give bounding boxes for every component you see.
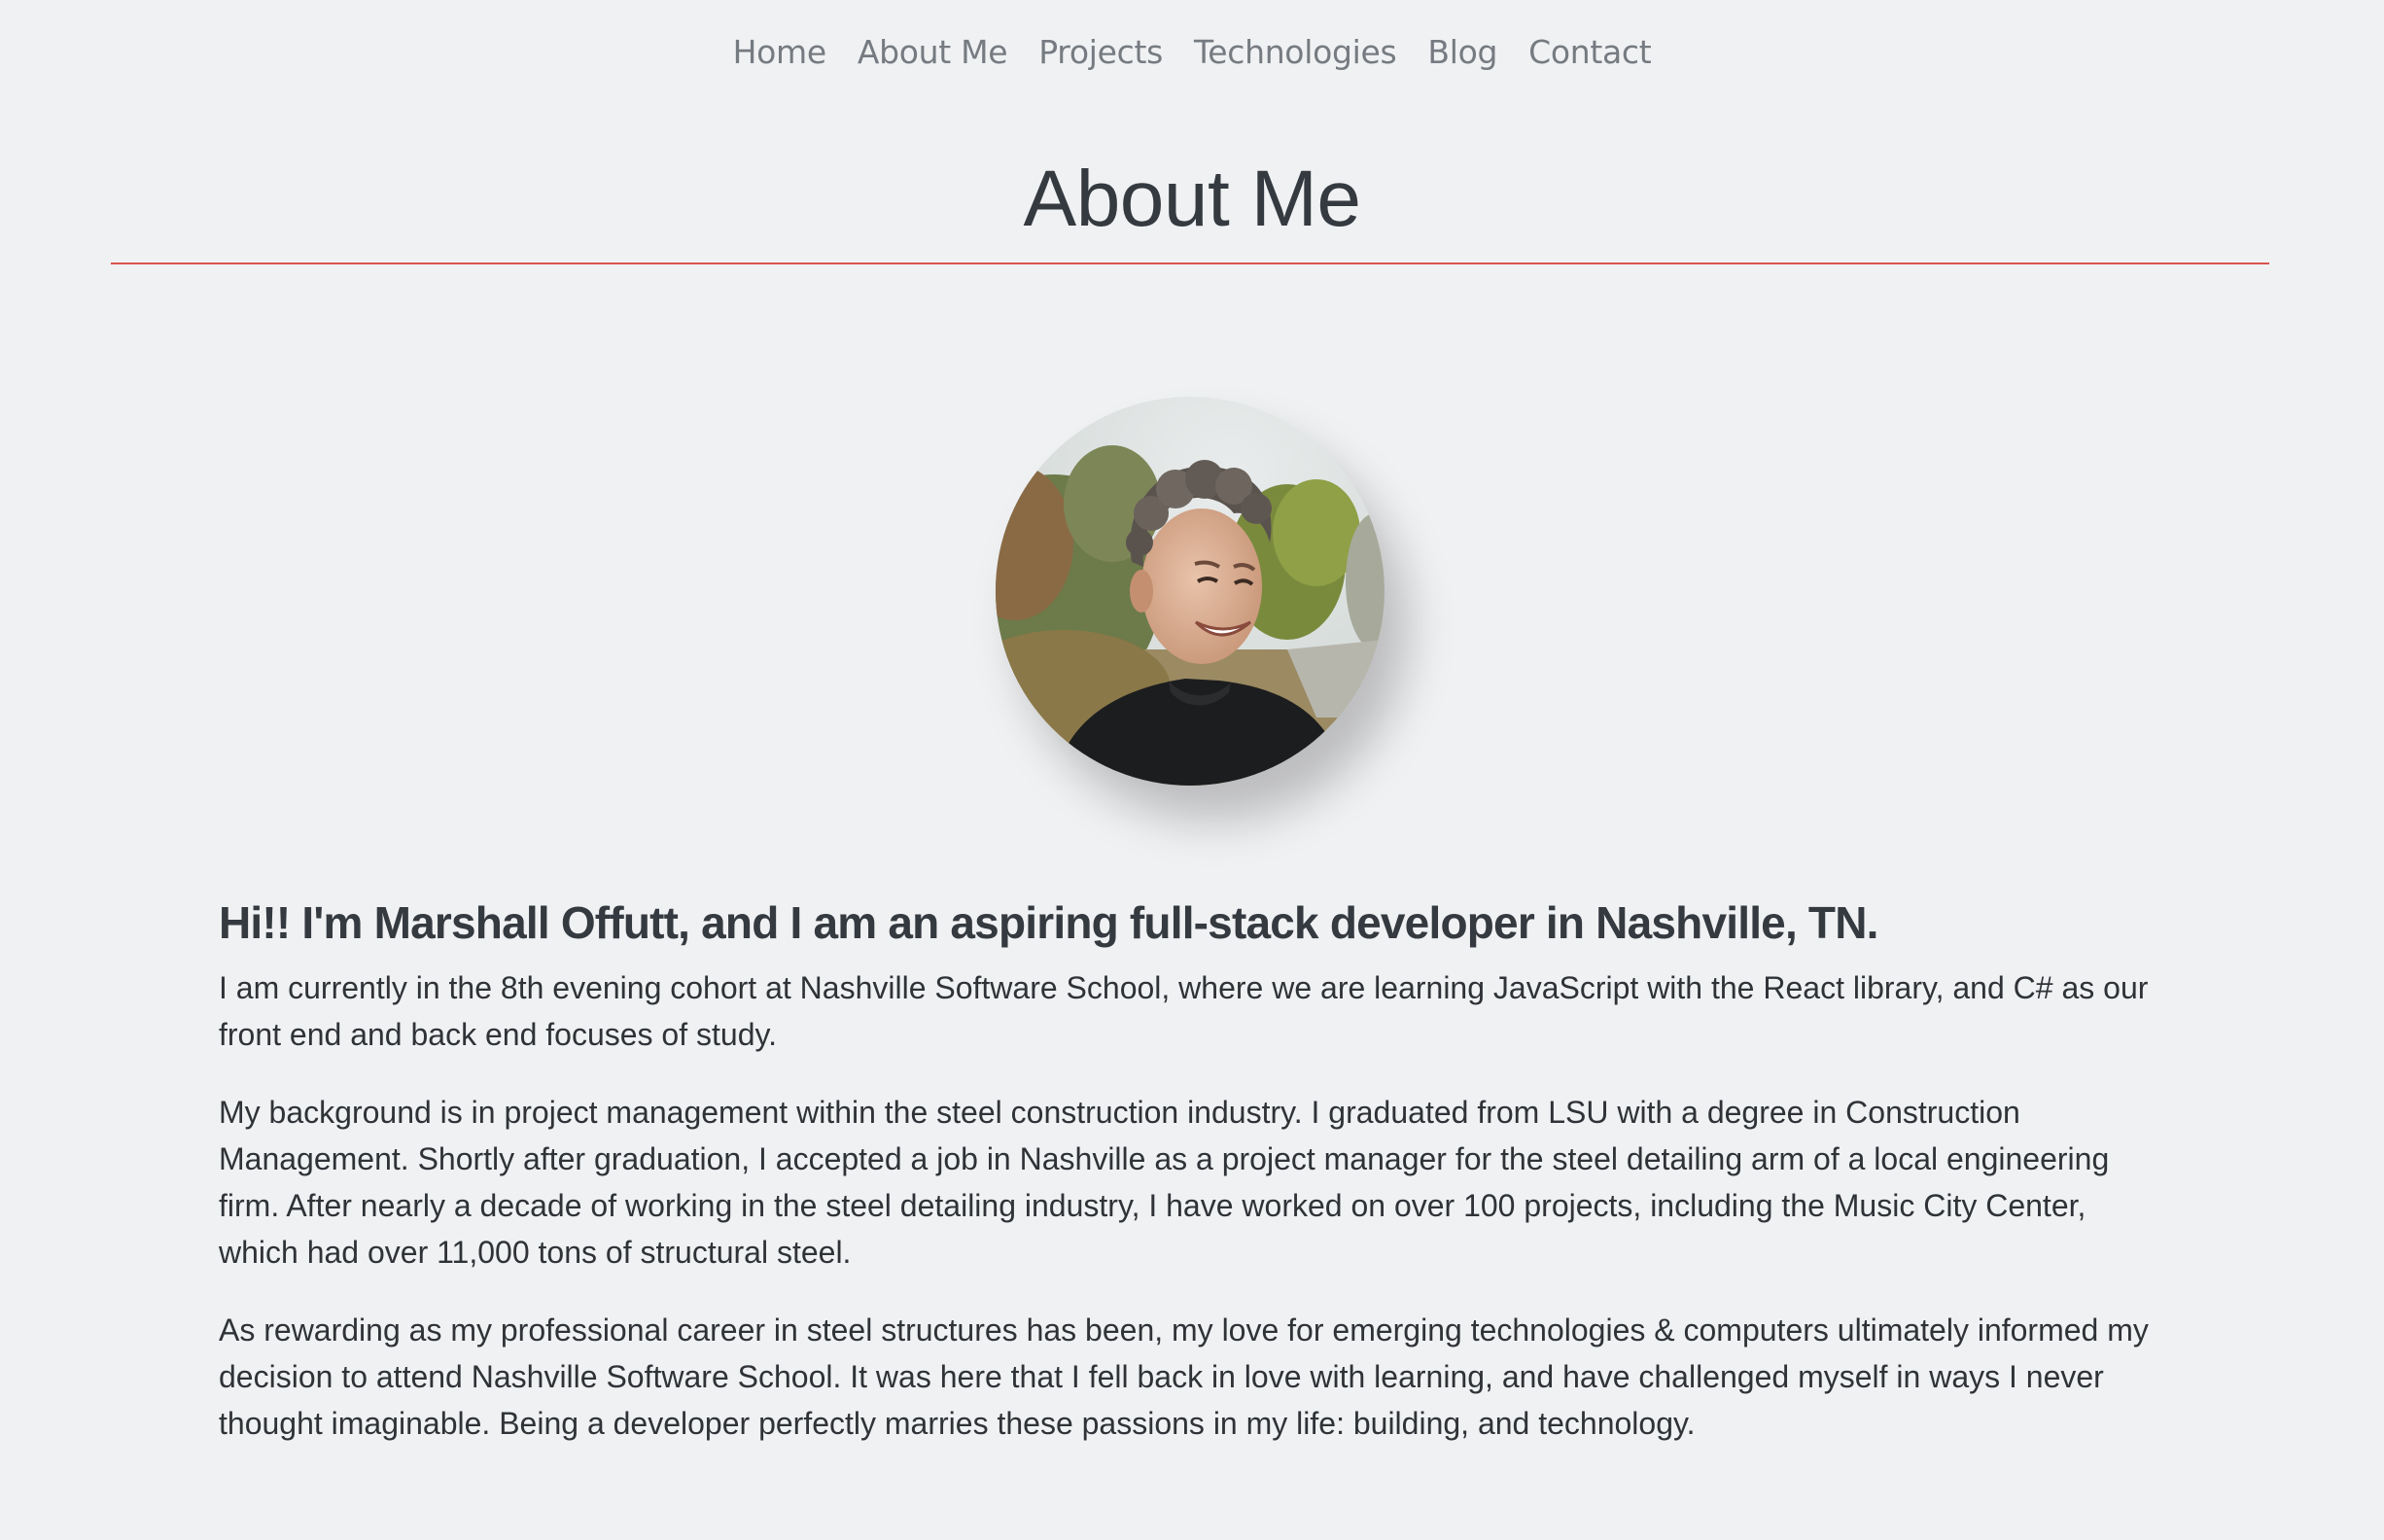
nav-link-about-me[interactable]: About Me: [858, 27, 1008, 78]
about-content: Hi!! I'm Marshall Offutt, and I am an as…: [219, 892, 2165, 1478]
nav-link-home[interactable]: Home: [733, 27, 827, 78]
nav-link-technologies[interactable]: Technologies: [1194, 27, 1397, 78]
main-nav: Home About Me Projects Technologies Blog…: [0, 27, 2384, 78]
about-paragraph-cohort: I am currently in the 8th evening cohort…: [219, 970, 2149, 1052]
nav-link-blog[interactable]: Blog: [1427, 27, 1497, 78]
about-paragraph-background: My background is in project management w…: [219, 1095, 2110, 1270]
nav-link-projects[interactable]: Projects: [1038, 27, 1163, 78]
profile-photo-illustration: [996, 397, 1385, 786]
intro-heading: Hi!! I'm Marshall Offutt, and I am an as…: [219, 897, 1878, 948]
nav-link-contact[interactable]: Contact: [1528, 27, 1652, 78]
about-paragraph-motivation: As rewarding as my professional career i…: [219, 1312, 2149, 1441]
title-divider: [111, 262, 2269, 264]
page-title: About Me: [1023, 155, 1361, 243]
profile-photo: [996, 397, 1385, 786]
